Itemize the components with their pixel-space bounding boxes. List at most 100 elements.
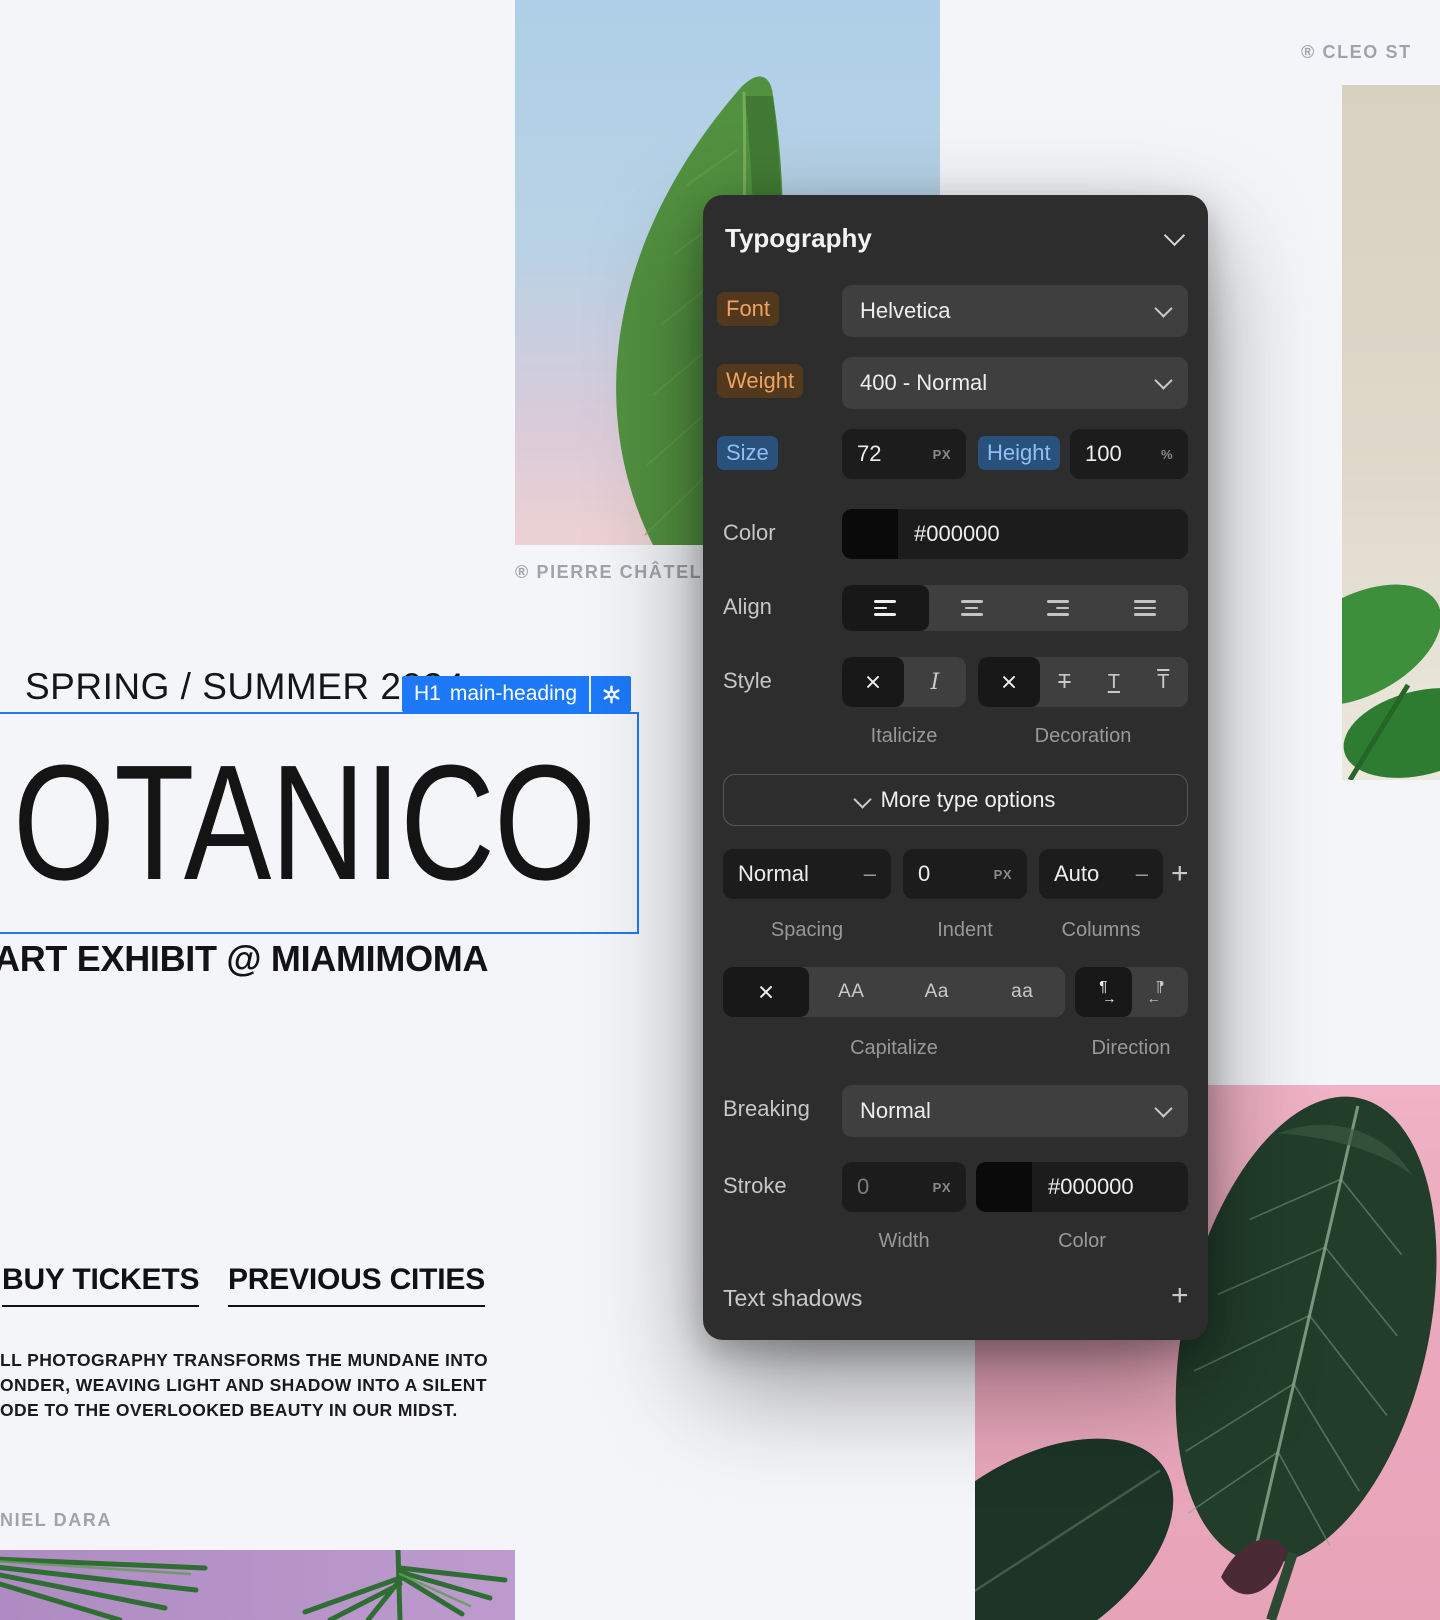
columns-sublabel: Columns: [1062, 919, 1141, 942]
italic-on-button[interactable]: I: [904, 657, 966, 707]
align-left-icon: [874, 600, 896, 616]
weight-label[interactable]: Weight: [717, 364, 803, 398]
stroke-color-swatch[interactable]: [976, 1162, 1032, 1212]
uppercase-icon: AA: [838, 981, 864, 1003]
stroke-width-input[interactable]: 0 PX: [842, 1162, 966, 1212]
panel-collapse-chevron-down-icon[interactable]: [1164, 225, 1185, 246]
buy-tickets-link[interactable]: BUY TICKETS: [2, 1263, 199, 1307]
titlecase-icon: Aa: [925, 981, 949, 1003]
direction-ltr-button[interactable]: ¶ →: [1075, 967, 1132, 1017]
align-justify-button[interactable]: [1102, 585, 1189, 631]
direction-segmented-control: ¶ → ¶ ←: [1075, 967, 1188, 1017]
photo-credit-daniel[interactable]: NIEL DARA: [0, 1510, 112, 1531]
intro-paragraph[interactable]: LL PHOTOGRAPHY TRANSFORMS THE MUNDANE IN…: [0, 1348, 488, 1423]
photo-credit-cleo[interactable]: ® CLEO ST: [1301, 42, 1412, 63]
size-label[interactable]: Size: [717, 436, 778, 470]
selection-layer-name: main-heading: [450, 682, 577, 706]
overline-button[interactable]: T: [1139, 657, 1188, 707]
weight-select[interactable]: 400 - Normal: [842, 357, 1188, 409]
photo-credit-pierre[interactable]: ® PIERRE CHÂTEL: [515, 562, 702, 583]
minus-stepper-icon[interactable]: –: [864, 861, 876, 887]
align-justify-icon: [1134, 600, 1156, 616]
decoration-none-button[interactable]: [978, 657, 1040, 707]
italic-icon: I: [931, 670, 940, 695]
chevron-down-icon: [1154, 371, 1172, 389]
direction-sublabel: Direction: [1092, 1037, 1171, 1060]
strikethrough-icon: T: [1058, 671, 1070, 694]
align-label: Align: [723, 594, 772, 620]
style-label: Style: [723, 668, 772, 694]
selection-badge[interactable]: H1 main-heading: [402, 676, 631, 712]
photo-beige-leaf[interactable]: [1342, 85, 1440, 780]
capitalize-segmented-control: AA Aa aa: [723, 967, 1065, 1017]
size-input[interactable]: 72 PX: [842, 429, 966, 479]
stroke-label: Stroke: [723, 1173, 787, 1199]
size-unit: PX: [933, 447, 951, 462]
strikethrough-button[interactable]: T: [1040, 657, 1089, 707]
sub-heading-text[interactable]: ART EXHIBIT @ MIAMIMOMA: [0, 938, 488, 980]
capitalize-none-button[interactable]: [723, 967, 809, 1017]
align-segmented-control: [842, 585, 1188, 631]
color-value: #000000: [914, 521, 1000, 547]
height-value: 100: [1085, 441, 1122, 467]
breaking-select[interactable]: Normal: [842, 1085, 1188, 1137]
indent-sublabel: Indent: [937, 919, 993, 942]
capitalize-sublabel: Capitalize: [850, 1037, 938, 1060]
font-label[interactable]: Font: [717, 292, 779, 326]
height-input[interactable]: 100 %: [1070, 429, 1188, 479]
uppercase-button[interactable]: AA: [809, 967, 895, 1017]
more-type-options-button[interactable]: More type options: [723, 774, 1188, 826]
add-text-shadow-plus-icon[interactable]: +: [1171, 1281, 1189, 1311]
stroke-color-input[interactable]: #000000: [976, 1162, 1188, 1212]
main-heading-text[interactable]: OTANICO: [13, 741, 595, 905]
stroke-width-value: 0: [857, 1174, 869, 1200]
underline-button[interactable]: T: [1089, 657, 1138, 707]
align-center-button[interactable]: [929, 585, 1016, 631]
direction-rtl-icon: ¶ ←: [1153, 979, 1167, 1005]
typography-panel: Typography Font Helvetica Weight 400 - N…: [703, 195, 1208, 1340]
x-icon: [865, 674, 881, 690]
underline-icon: T: [1108, 671, 1120, 694]
x-icon: [758, 984, 774, 1000]
settings-icon[interactable]: [591, 676, 631, 712]
palm-fronds-illustration: [0, 1550, 515, 1620]
italicize-segmented-control: I: [842, 657, 966, 707]
align-right-icon: [1047, 600, 1069, 616]
direction-rtl-button[interactable]: ¶ ←: [1132, 967, 1189, 1017]
spacing-input[interactable]: Normal –: [723, 849, 891, 899]
text-shadows-label: Text shadows: [723, 1285, 862, 1312]
stroke-color-sublabel: Color: [1058, 1230, 1106, 1253]
beige-leaf-illustration: [1342, 85, 1440, 780]
text-color-input[interactable]: #000000: [842, 509, 1188, 559]
columns-input[interactable]: Auto –: [1039, 849, 1163, 899]
more-type-options-label: More type options: [881, 787, 1056, 813]
size-value: 72: [857, 441, 881, 467]
previous-cities-link[interactable]: PREVIOUS CITIES: [228, 1263, 485, 1307]
indent-unit: PX: [994, 867, 1012, 882]
add-column-plus-icon[interactable]: +: [1171, 859, 1189, 889]
align-left-button[interactable]: [842, 585, 929, 631]
stroke-width-unit: PX: [933, 1180, 951, 1195]
color-swatch[interactable]: [842, 509, 898, 559]
lowercase-icon: aa: [1011, 981, 1033, 1003]
indent-value: 0: [918, 861, 930, 887]
photo-purple-palms[interactable]: [0, 1550, 515, 1620]
minus-stepper-icon[interactable]: –: [1136, 861, 1148, 887]
direction-ltr-icon: ¶ →: [1096, 979, 1110, 1005]
lowercase-button[interactable]: aa: [980, 967, 1066, 1017]
align-right-button[interactable]: [1015, 585, 1102, 631]
paragraph-line: ODE TO THE OVERLOOKED BEAUTY IN OUR MIDS…: [0, 1398, 488, 1423]
breaking-label: Breaking: [723, 1096, 810, 1122]
italic-off-button[interactable]: [842, 657, 904, 707]
paragraph-line: LL PHOTOGRAPHY TRANSFORMS THE MUNDANE IN…: [0, 1348, 488, 1373]
eyebrow-heading[interactable]: SPRING / SUMMER 2024: [25, 666, 465, 708]
chevron-down-icon: [1154, 1099, 1172, 1117]
titlecase-button[interactable]: Aa: [894, 967, 980, 1017]
indent-input[interactable]: 0 PX: [903, 849, 1027, 899]
paragraph-line: ONDER, WEAVING LIGHT AND SHADOW INTO A S…: [0, 1373, 488, 1398]
chevron-down-icon: [853, 790, 871, 808]
height-label[interactable]: Height: [978, 436, 1060, 470]
panel-title: Typography: [725, 223, 872, 254]
font-select[interactable]: Helvetica: [842, 285, 1188, 337]
columns-value: Auto: [1054, 861, 1099, 887]
